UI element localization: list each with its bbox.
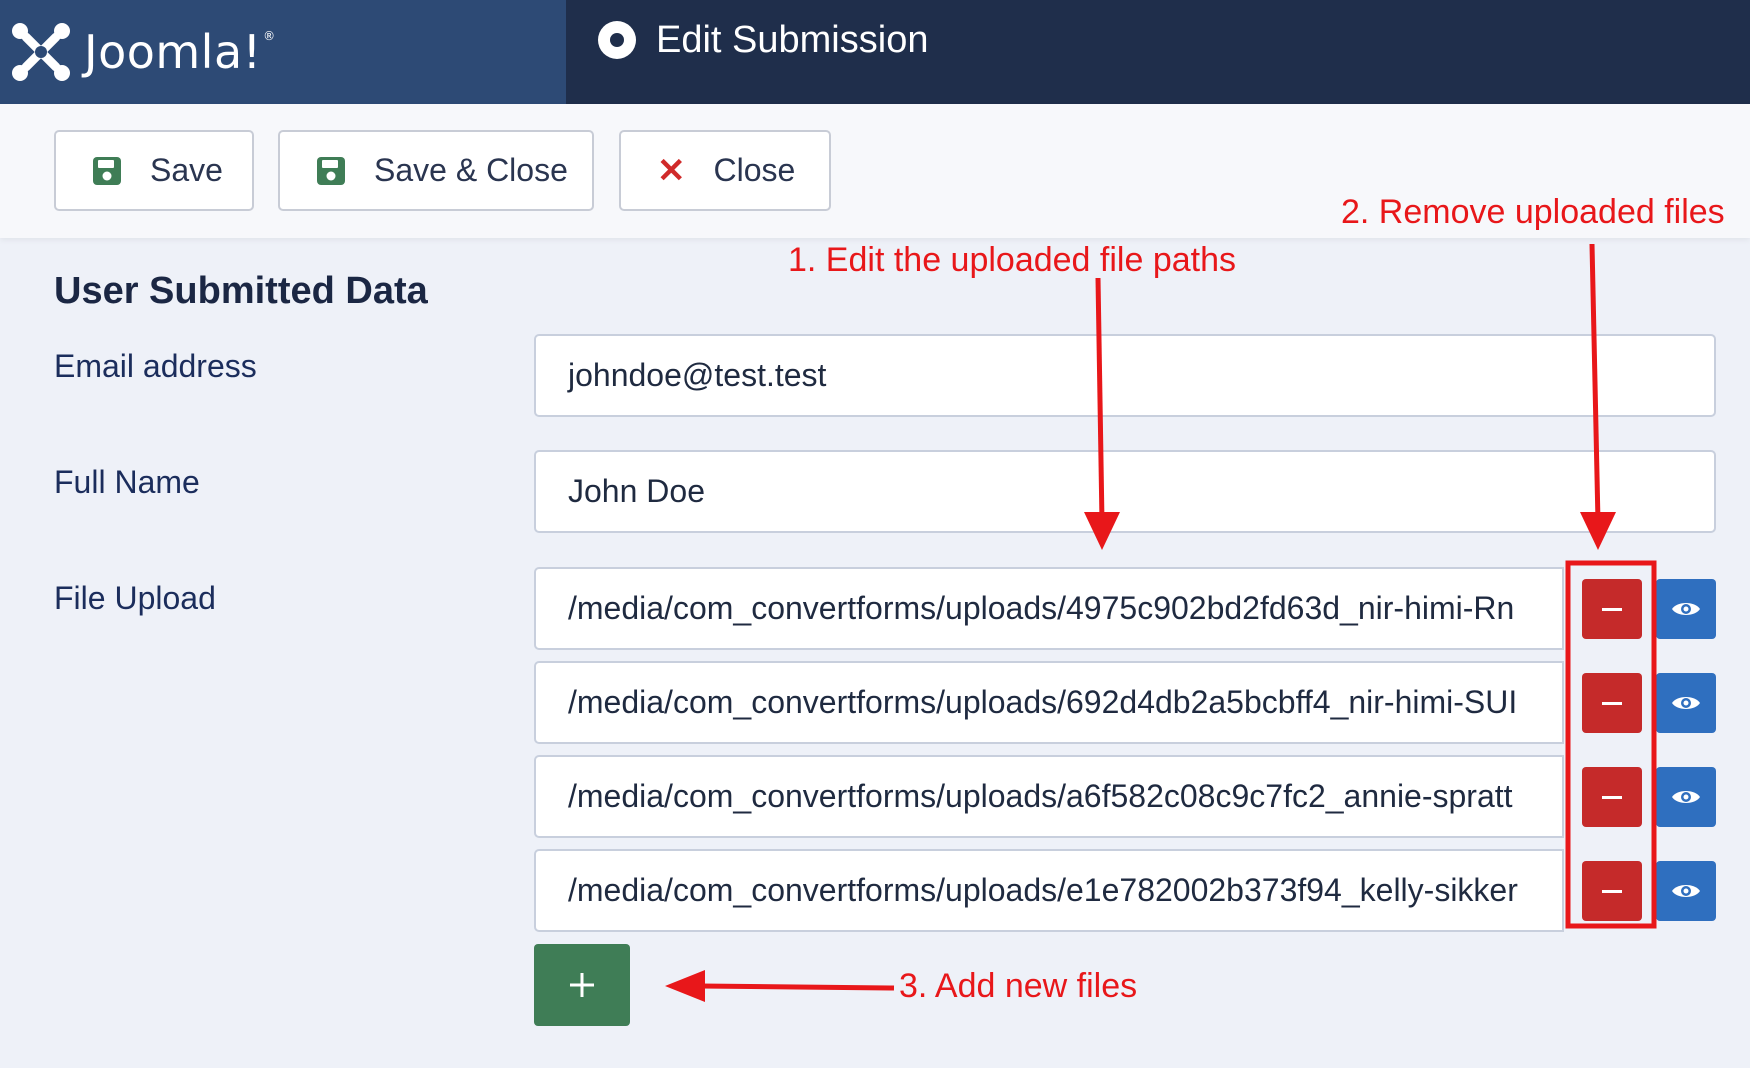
save-close-button[interactable]: Save & Close: [278, 130, 594, 211]
email-label: Email address: [54, 348, 257, 384]
joomla-logo-icon: [12, 23, 70, 81]
dot-circle-icon: [598, 21, 636, 59]
brand[interactable]: Joomla! ®: [0, 0, 566, 104]
file-row: /media/com_convertforms/uploads/4975c902…: [534, 567, 1716, 650]
annotation-arrow-add: [699, 983, 895, 991]
file-path-value: /media/com_convertforms/uploads/a6f582c0…: [568, 778, 1513, 814]
minus-icon: [1602, 889, 1622, 893]
arrowhead-add: [665, 970, 705, 1002]
view-file-button[interactable]: [1656, 579, 1716, 639]
eye-icon: [1672, 603, 1700, 615]
eye-icon: [1672, 791, 1700, 803]
file-row: /media/com_convertforms/uploads/a6f582c0…: [534, 755, 1716, 838]
full-name-value: John Doe: [568, 473, 705, 509]
remove-file-button[interactable]: [1582, 861, 1642, 921]
eye-icon: [1672, 697, 1700, 709]
view-file-button[interactable]: [1656, 673, 1716, 733]
email-field[interactable]: johndoe@test.test: [534, 334, 1716, 417]
full-name-label: Full Name: [54, 464, 200, 500]
save-button[interactable]: Save: [54, 130, 254, 211]
email-value: johndoe@test.test: [568, 357, 827, 393]
section-title: User Submitted Data: [54, 270, 428, 312]
top-bar: Joomla! ® Edit Submission: [0, 0, 1750, 104]
file-path-input[interactable]: /media/com_convertforms/uploads/692d4db2…: [534, 661, 1564, 744]
remove-file-button[interactable]: [1582, 673, 1642, 733]
file-path-value: /media/com_convertforms/uploads/4975c902…: [568, 590, 1515, 626]
view-file-button[interactable]: [1656, 861, 1716, 921]
add-file-button[interactable]: [534, 944, 630, 1026]
save-label: Save: [150, 152, 223, 188]
remove-file-button[interactable]: [1582, 767, 1642, 827]
brand-name-text: Joomla!: [84, 25, 262, 79]
file-path-value: /media/com_convertforms/uploads/692d4db2…: [568, 684, 1518, 720]
annotation-remove: 2. Remove uploaded files: [1341, 193, 1725, 231]
close-label: Close: [713, 152, 796, 188]
file-path-value: /media/com_convertforms/uploads/e1e78200…: [568, 872, 1518, 908]
save-icon: [92, 156, 122, 186]
eye-icon: [1672, 885, 1700, 897]
minus-icon: [1602, 795, 1622, 799]
page-title: Edit Submission: [656, 18, 929, 61]
annotation-edit: 1. Edit the uploaded file paths: [788, 241, 1236, 279]
page-title-area: Edit Submission: [598, 0, 928, 80]
minus-icon: [1602, 701, 1622, 705]
brand-name: Joomla! ®: [84, 25, 275, 79]
file-row: /media/com_convertforms/uploads/692d4db2…: [534, 661, 1716, 744]
file-upload-label: File Upload: [54, 580, 216, 616]
save-icon: [316, 156, 346, 186]
file-path-input[interactable]: /media/com_convertforms/uploads/e1e78200…: [534, 849, 1564, 932]
plus-icon: [570, 973, 594, 997]
registered-mark: ®: [263, 29, 276, 43]
file-path-input[interactable]: /media/com_convertforms/uploads/a6f582c0…: [534, 755, 1564, 838]
remove-file-button[interactable]: [1582, 579, 1642, 639]
file-path-input[interactable]: /media/com_convertforms/uploads/4975c902…: [534, 567, 1564, 650]
minus-icon: [1602, 607, 1622, 611]
close-icon: ✕: [657, 151, 686, 190]
file-row: /media/com_convertforms/uploads/e1e78200…: [534, 849, 1716, 932]
save-close-label: Save & Close: [374, 152, 568, 188]
annotation-add: 3. Add new files: [899, 967, 1138, 1005]
close-button[interactable]: ✕ Close: [619, 130, 831, 211]
full-name-field[interactable]: John Doe: [534, 450, 1716, 533]
view-file-button[interactable]: [1656, 767, 1716, 827]
